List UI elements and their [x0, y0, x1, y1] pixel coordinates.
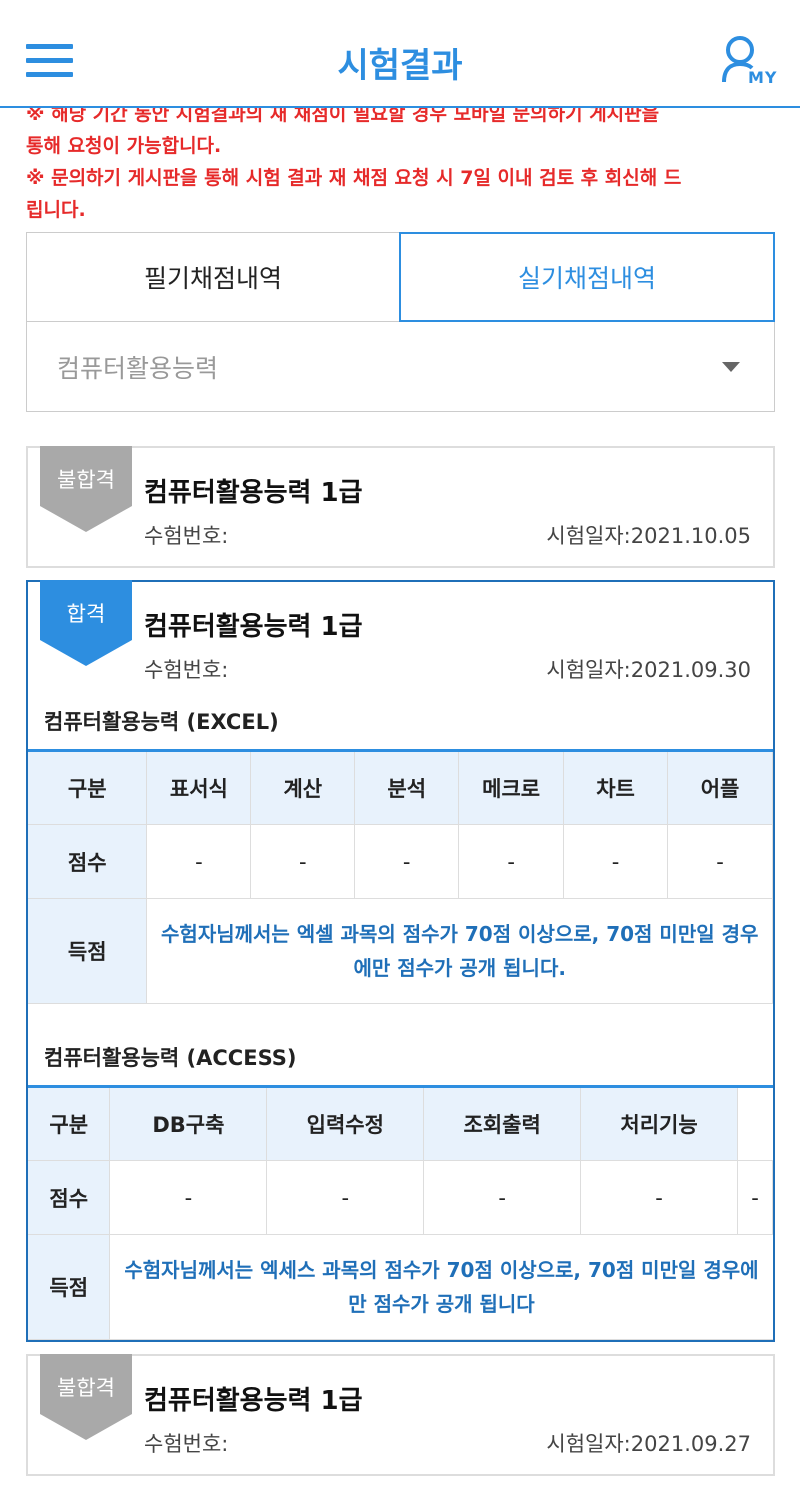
exam-title: 컴퓨터활용능력 1급	[144, 478, 363, 508]
exam-number: 수험번호:	[144, 524, 229, 548]
result-card[interactable]: 불합격 컴퓨터활용능력 1급 수험번호: 시험일자:2021.09.27	[26, 1354, 775, 1476]
exam-number: 수험번호:	[144, 1432, 229, 1456]
table-header-cell: 조회출력	[423, 1086, 582, 1161]
access-section-title: 컴퓨터활용능력 (ACCESS)	[44, 1046, 297, 1070]
exam-date: 시험일자:2021.10.05	[546, 524, 751, 548]
exam-date: 시험일자:2021.09.27	[546, 1432, 751, 1456]
exam-type-select[interactable]: 컴퓨터활용능력	[26, 322, 775, 412]
app-header: 시험결과 MY	[0, 0, 800, 108]
table-row: 점수 - - - - - -	[28, 824, 773, 899]
table-header-cell: DB구축	[109, 1086, 268, 1161]
row-label: 점수	[28, 824, 148, 899]
dropdown-arrow-icon	[722, 362, 740, 372]
empty-header-cell	[736, 1086, 773, 1161]
my-page-button[interactable]: MY	[720, 34, 782, 90]
row-label: 점수	[28, 1160, 111, 1235]
score-cell: -	[736, 1160, 774, 1235]
table-header-cell: 처리기능	[580, 1086, 738, 1161]
tab-written-scores[interactable]: 필기채점내역	[26, 232, 399, 322]
score-cell: -	[109, 1160, 268, 1235]
select-value: 컴퓨터활용능력	[57, 353, 219, 383]
score-cell: -	[146, 824, 252, 899]
table-row: 점수 - - - - -	[28, 1160, 774, 1235]
table-header-cell: 분석	[354, 750, 460, 825]
score-cell: -	[580, 1160, 738, 1235]
score-cell: -	[563, 824, 669, 899]
score-tabs: 필기채점내역 실기채점내역	[26, 232, 775, 322]
table-header-cell: 차트	[563, 750, 669, 825]
access-score-table: 구분 DB구축 입력수정 조회출력 처리기능 점수 - - - - - 득점 수…	[28, 1085, 774, 1340]
excel-section-title: 컴퓨터활용능력 (EXCEL)	[44, 710, 279, 734]
score-cell: -	[458, 824, 565, 899]
table-header-cell: 구분	[28, 1086, 111, 1161]
tab-practical-scores[interactable]: 실기채점내역	[399, 232, 775, 322]
exam-number: 수험번호:	[144, 658, 229, 682]
exam-title: 컴퓨터활용능력 1급	[144, 1386, 363, 1416]
status-text: 합격	[66, 602, 106, 626]
result-card-expanded[interactable]: 합격 컴퓨터활용능력 1급 수험번호: 시험일자:2021.09.30 컴퓨터활…	[26, 580, 775, 1342]
score-cell: -	[266, 1160, 425, 1235]
notice-line: ※ 문의하기 게시판을 통해 시험 결과 재 채점 요청 시 7일 이내 검토 …	[26, 167, 682, 189]
score-disclosure-note: 수험자님께서는 엑셀 과목의 점수가 70점 이상으로, 70점 미만일 경우에…	[146, 898, 773, 1004]
page-title: 시험결과	[337, 46, 463, 86]
exam-title: 컴퓨터활용능력 1급	[144, 612, 363, 642]
table-header-cell: 표서식	[146, 750, 252, 825]
score-cell: -	[667, 824, 773, 899]
score-cell: -	[354, 824, 460, 899]
table-header-cell: 입력수정	[266, 1086, 425, 1161]
status-badge: 불합격	[40, 1354, 132, 1442]
table-header-row: 구분 표서식 계산 분석 메크로 차트 어플	[28, 750, 773, 825]
score-cell: -	[423, 1160, 582, 1235]
score-disclosure-note: 수험자님께서는 엑세스 과목의 점수가 70점 이상으로, 70점 미만일 경우…	[109, 1234, 773, 1340]
table-row: 득점 수험자님께서는 엑세스 과목의 점수가 70점 이상으로, 70점 미만일…	[28, 1234, 773, 1340]
table-header-row: 구분 DB구축 입력수정 조회출력 처리기능	[28, 1086, 773, 1161]
table-row: 득점 수험자님께서는 엑셀 과목의 점수가 70점 이상으로, 70점 미만일 …	[28, 898, 773, 1004]
score-cell: -	[250, 824, 356, 899]
status-text: 불합격	[57, 468, 115, 492]
status-badge: 불합격	[40, 446, 132, 534]
table-header-cell: 계산	[250, 750, 356, 825]
result-card[interactable]: 불합격 컴퓨터활용능력 1급 수험번호: 시험일자:2021.10.05	[26, 446, 775, 568]
my-label: MY	[748, 68, 778, 87]
table-header-cell: 어플	[667, 750, 773, 825]
exam-date: 시험일자:2021.09.30	[546, 658, 751, 682]
notice-line: 통해 요청이 가능합니다.	[26, 135, 222, 157]
table-header-cell: 메크로	[458, 750, 565, 825]
excel-score-table: 구분 표서식 계산 분석 메크로 차트 어플 점수 - - - - - - 득점…	[28, 749, 773, 1004]
row-label: 득점	[28, 1234, 111, 1340]
notice-block: ※ 해당 기간 동안 시험결과의 재 채점이 필요할 경우 모바일 문의하기 게…	[26, 98, 778, 226]
row-label: 득점	[28, 898, 148, 1004]
status-text: 불합격	[57, 1376, 115, 1400]
table-header-cell: 구분	[28, 750, 148, 825]
notice-line: 립니다.	[26, 199, 86, 221]
status-badge: 합격	[40, 580, 132, 668]
